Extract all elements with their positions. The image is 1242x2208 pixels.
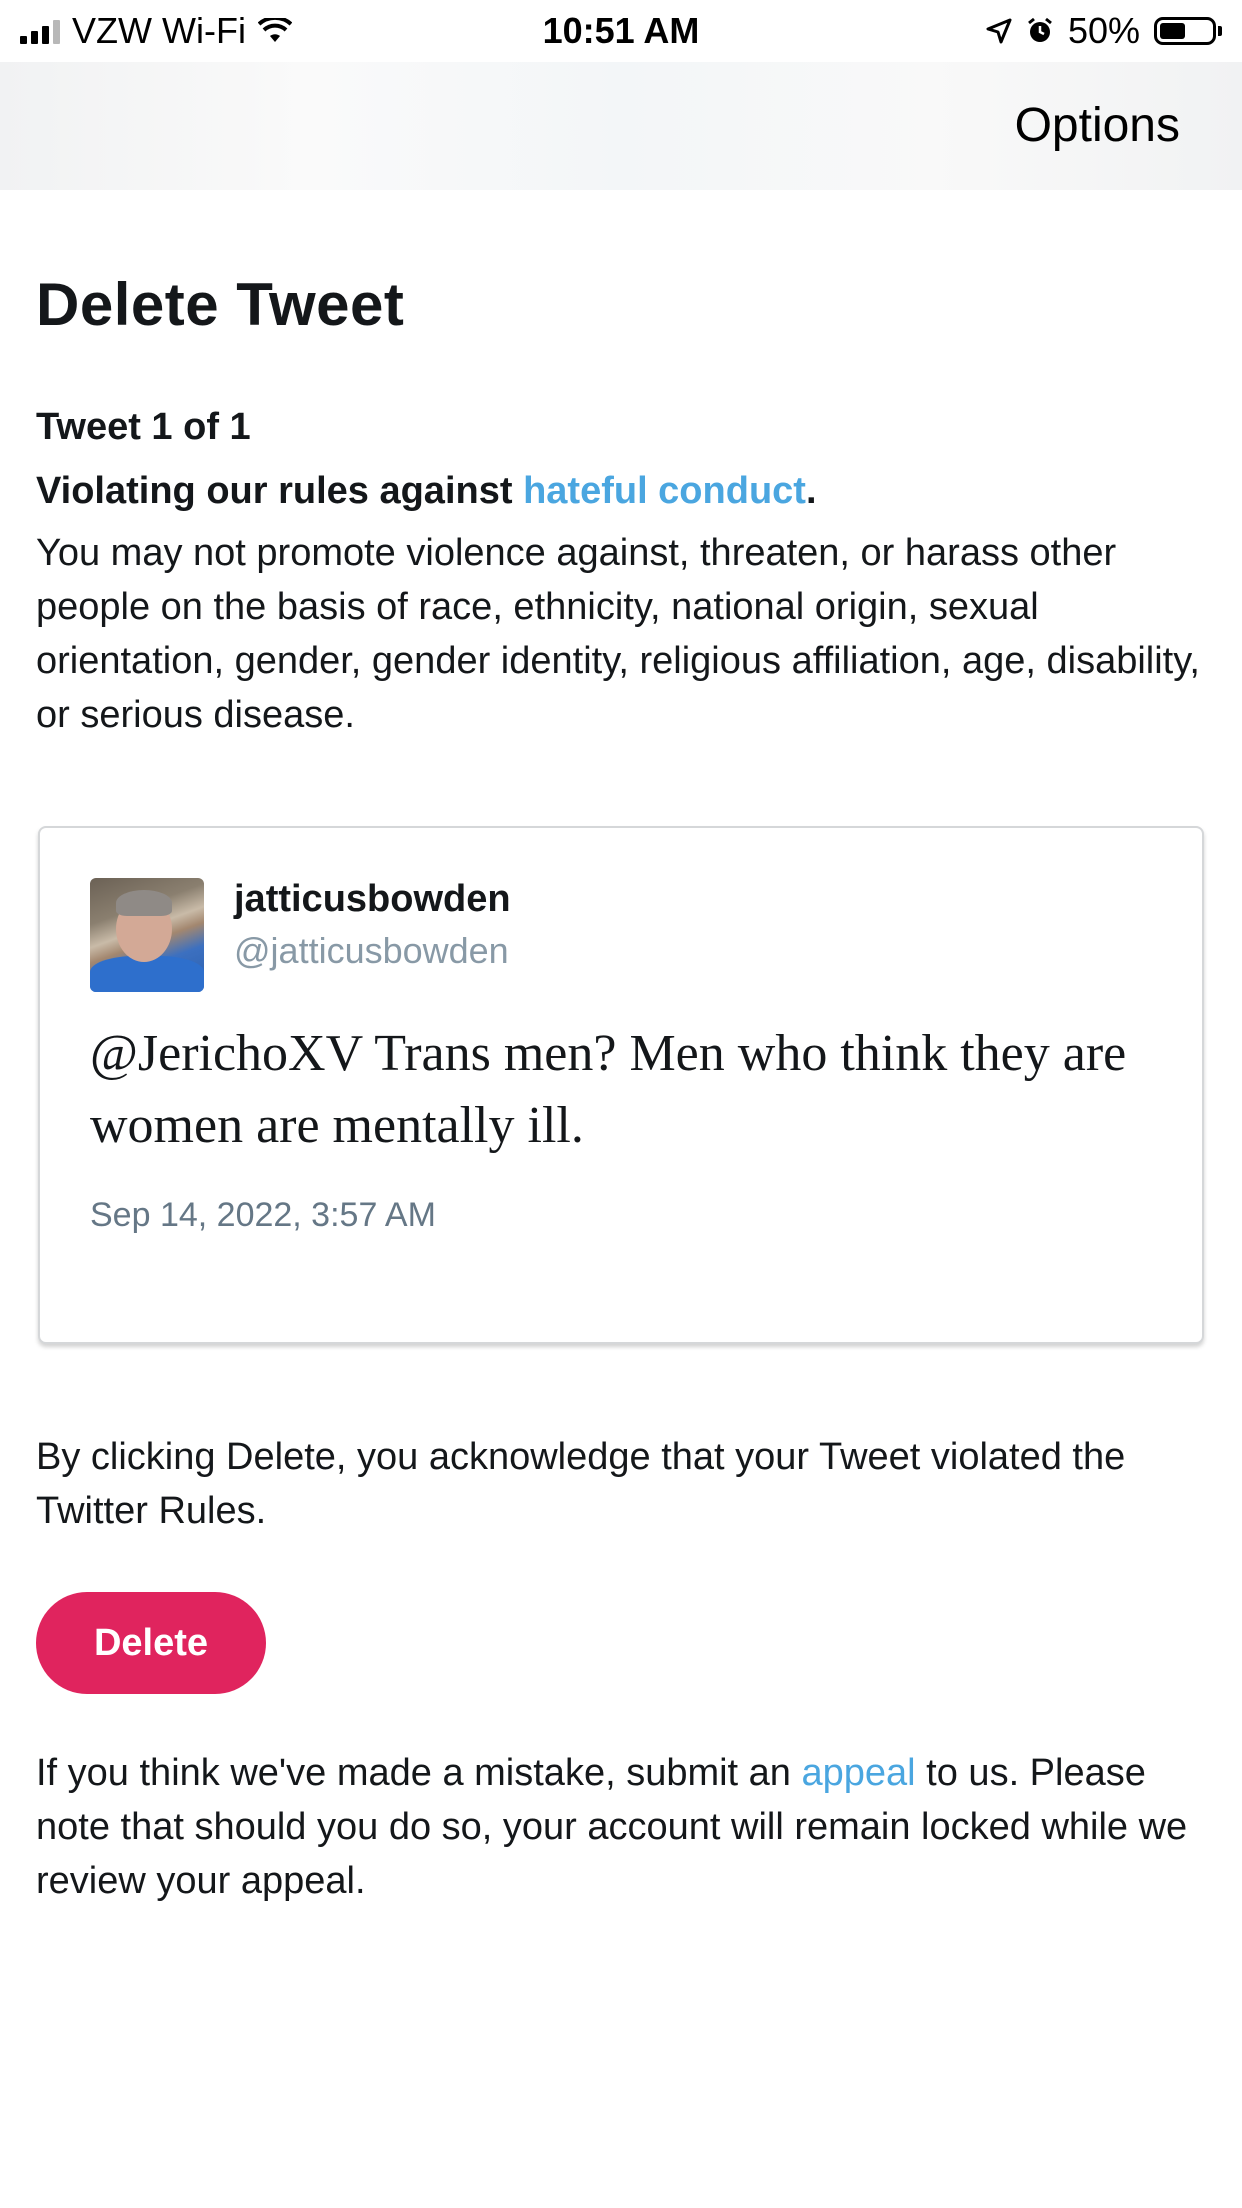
tweet-handle: @jatticusbowden [234, 930, 509, 971]
appeal-link[interactable]: appeal [802, 1752, 916, 1794]
location-icon [986, 18, 1012, 44]
avatar [90, 878, 204, 992]
violation-prefix: Violating our rules against [36, 470, 524, 512]
options-button[interactable]: Options [1015, 98, 1180, 153]
top-nav: Options [0, 62, 1242, 190]
tweet-count: Tweet 1 of 1 [36, 406, 251, 448]
status-right: 50% [986, 10, 1222, 52]
tweet-card: jatticusbowden @jatticusbowden @JerichoX… [38, 826, 1204, 1344]
rule-description: You may not promote violence against, th… [36, 532, 1200, 736]
delete-button[interactable]: Delete [36, 1592, 266, 1694]
alarm-icon [1028, 17, 1052, 42]
appeal-prefix: If you think we've made a mistake, submi… [36, 1752, 802, 1794]
battery-icon [1154, 17, 1222, 45]
tweet-text: @JerichoXV Trans men? Men who think they… [90, 1025, 1127, 1154]
status-bar: VZW Wi-Fi 10:51 AM 50% [0, 0, 1242, 62]
violation-heading: Violating our rules against hateful cond… [36, 470, 817, 513]
tweet-timestamp: Sep 14, 2022, 3:57 AM [90, 1196, 436, 1234]
battery-percent: 50% [1067, 10, 1140, 51]
hateful-conduct-link[interactable]: hateful conduct [523, 470, 806, 512]
acknowledge-text: By clicking Delete, you acknowledge that… [36, 1436, 1126, 1532]
violation-suffix: . [805, 470, 817, 512]
appeal-text: If you think we've made a mistake, submi… [36, 1746, 1206, 1908]
tweet-display-name: jatticusbowden [234, 878, 511, 920]
page-title: Delete Tweet [36, 271, 405, 338]
